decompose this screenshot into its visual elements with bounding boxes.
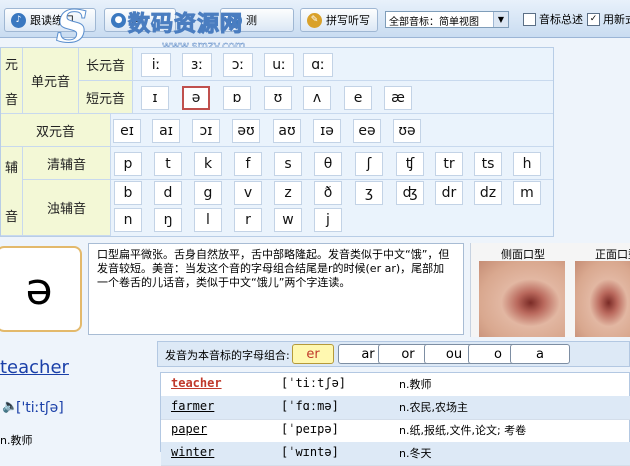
phoneme-cell[interactable]: ɪə xyxy=(313,119,341,143)
phoneme-cell[interactable]: uː xyxy=(264,53,294,77)
current-word-phonetic: ['tiːtʃə] xyxy=(16,400,64,416)
mouth-shape-panel: 侧面口型 正面口型 xyxy=(470,243,630,337)
phoneme-description: 口型扁平微张。舌身自然放平，舌中部略隆起。发音类似于中文“饿”，但发音较短。美音… xyxy=(88,243,464,335)
combination-tab[interactable]: a xyxy=(510,344,570,364)
phoneme-cell[interactable]: d xyxy=(154,181,182,205)
summary-checkbox[interactable]: 音标总述 xyxy=(523,11,583,27)
phonetic-cell: [ˈfɑːmə] xyxy=(281,399,339,413)
phoneme-cell[interactable]: ɪ xyxy=(141,86,169,110)
phoneme-cell[interactable]: θ xyxy=(314,152,342,176)
phoneme-cell[interactable]: aɪ xyxy=(152,119,180,143)
phoneme-cell[interactable]: iː xyxy=(141,53,171,77)
phoneme-cell[interactable]: v xyxy=(234,181,262,205)
phoneme-cell[interactable]: r xyxy=(234,208,262,232)
front-mouth-image xyxy=(575,261,630,337)
phonetic-cell: [ˈwɪntə] xyxy=(281,445,339,459)
phoneme-cell[interactable]: f xyxy=(234,152,262,176)
phoneme-cell[interactable]: g xyxy=(194,181,222,205)
meaning-cell: n.冬天 xyxy=(399,447,432,460)
phoneme-cell[interactable]: z xyxy=(274,181,302,205)
monophthong-label: 单元音 xyxy=(23,48,79,114)
voiced-label: 浊辅音 xyxy=(23,180,111,236)
phonetic-cell: [ˈpeɪpə] xyxy=(281,422,339,436)
phonetic-grid: 元 音 单元音 长元音 短元音 双元音 辅 音 清辅音 浊辅音 iː ɜː ɔː… xyxy=(0,47,554,237)
checkbox-box[interactable] xyxy=(523,12,536,26)
table-row[interactable]: paper [ˈpeɪpə] n.纸,报纸,文件,论文; 考卷 xyxy=(161,419,630,443)
current-word[interactable]: teacher xyxy=(0,357,69,378)
phoneme-cell[interactable]: j xyxy=(314,208,342,232)
voiceless-label: 清辅音 xyxy=(23,147,111,180)
chevron-down-icon: ▼ xyxy=(493,12,508,27)
phoneme-cell[interactable]: dr xyxy=(435,181,463,205)
table-row[interactable]: teacher [ˈtiːtʃə] n.教师 xyxy=(161,373,630,397)
table-row[interactable]: farmer [ˈfɑːmə] n.农民,农场主 xyxy=(161,396,630,420)
phoneme-cell[interactable]: ɔː xyxy=(223,53,253,77)
diphthong-label: 双元音 xyxy=(1,114,111,147)
phoneme-cell[interactable]: l xyxy=(194,208,222,232)
phoneme-cell[interactable]: ʊə xyxy=(393,119,421,143)
phoneme-cell[interactable]: ŋ xyxy=(154,208,182,232)
phoneme-cell[interactable]: əʊ xyxy=(232,119,260,143)
phoneme-cell[interactable]: ɒ xyxy=(223,86,251,110)
logo-text: 数码资源网 xyxy=(127,12,244,38)
example-word-table: teacher [ˈtiːtʃə] n.教师 farmer [ˈfɑːmə] n… xyxy=(160,372,630,466)
phoneme-cell[interactable]: ð xyxy=(314,181,342,205)
phoneme-cell[interactable]: æ xyxy=(384,86,412,110)
word-cell[interactable]: paper xyxy=(171,422,207,436)
phoneme-cell[interactable]: h xyxy=(513,152,541,176)
spell-dictation-button[interactable]: ✎ 拼写听写 xyxy=(300,8,378,32)
selected-phoneme-display: ə xyxy=(0,246,82,332)
newstyle-checkbox[interactable]: ✓ 用新式 xyxy=(587,11,630,27)
phoneme-cell[interactable]: n xyxy=(114,208,142,232)
phoneme-cell[interactable]: ɜː xyxy=(182,53,212,77)
short-vowel-label: 短元音 xyxy=(79,81,133,114)
checkbox-box[interactable]: ✓ xyxy=(587,12,600,26)
phoneme-cell[interactable]: k xyxy=(194,152,222,176)
vowel-category: 元 音 xyxy=(1,48,23,114)
phoneme-cell[interactable]: tr xyxy=(435,152,463,176)
phoneme-cell-selected[interactable]: ə xyxy=(182,86,210,110)
consonant-category: 辅 音 xyxy=(1,147,23,236)
logo-mark: S xyxy=(56,2,89,54)
phoneme-cell[interactable]: eə xyxy=(353,119,381,143)
phoneme-cell[interactable]: p xyxy=(114,152,142,176)
meaning-cell: n.农民,农场主 xyxy=(399,401,468,414)
pencil-icon: ✎ xyxy=(307,12,322,28)
phoneme-cell[interactable]: ʌ xyxy=(303,86,331,110)
word-cell[interactable]: winter xyxy=(171,445,214,459)
phoneme-cell[interactable]: ʊ xyxy=(264,86,292,110)
phonetic-cell: [ˈtiːtʃə] xyxy=(281,376,347,390)
phoneme-cell[interactable]: e xyxy=(344,86,372,110)
phoneme-cell[interactable]: ʤ xyxy=(396,181,424,205)
word-cell[interactable]: farmer xyxy=(171,399,214,413)
phoneme-cell[interactable]: b xyxy=(114,181,142,205)
phoneme-cell[interactable]: t xyxy=(154,152,182,176)
phoneme-cell[interactable]: aʊ xyxy=(273,119,301,143)
phoneme-cell[interactable]: eɪ xyxy=(113,119,141,143)
phoneme-cell[interactable]: s xyxy=(274,152,302,176)
current-word-meaning: n.教师 xyxy=(0,434,33,447)
side-view-label: 侧面口型 xyxy=(501,248,545,261)
phoneme-cell[interactable]: ʧ xyxy=(396,152,424,176)
phoneme-cell[interactable]: ʃ xyxy=(355,152,383,176)
word-cell[interactable]: teacher xyxy=(171,376,222,390)
phoneme-cell[interactable]: ɔɪ xyxy=(192,119,220,143)
front-view-label: 正面口型 xyxy=(595,248,630,261)
meaning-cell: n.教师 xyxy=(399,378,432,391)
phoneme-cell[interactable]: ʒ xyxy=(355,181,383,205)
side-mouth-image xyxy=(479,261,565,337)
combination-tab-active[interactable]: er xyxy=(292,344,334,364)
combination-label: 发音为本音标的字母组合: xyxy=(165,349,290,362)
long-vowel-label: 长元音 xyxy=(79,48,133,81)
phoneme-cell[interactable]: dz xyxy=(474,181,502,205)
phoneme-cell[interactable]: ts xyxy=(474,152,502,176)
phoneme-cell[interactable]: w xyxy=(274,208,302,232)
meaning-cell: n.纸,报纸,文件,论文; 考卷 xyxy=(399,424,527,437)
phoneme-cell[interactable]: m xyxy=(513,181,541,205)
phoneme-cell[interactable]: ɑː xyxy=(303,53,333,77)
table-row[interactable]: winter [ˈwɪntə] n.冬天 xyxy=(161,442,630,466)
view-select[interactable]: 全部音标：简单视图 ▼ xyxy=(385,11,509,28)
